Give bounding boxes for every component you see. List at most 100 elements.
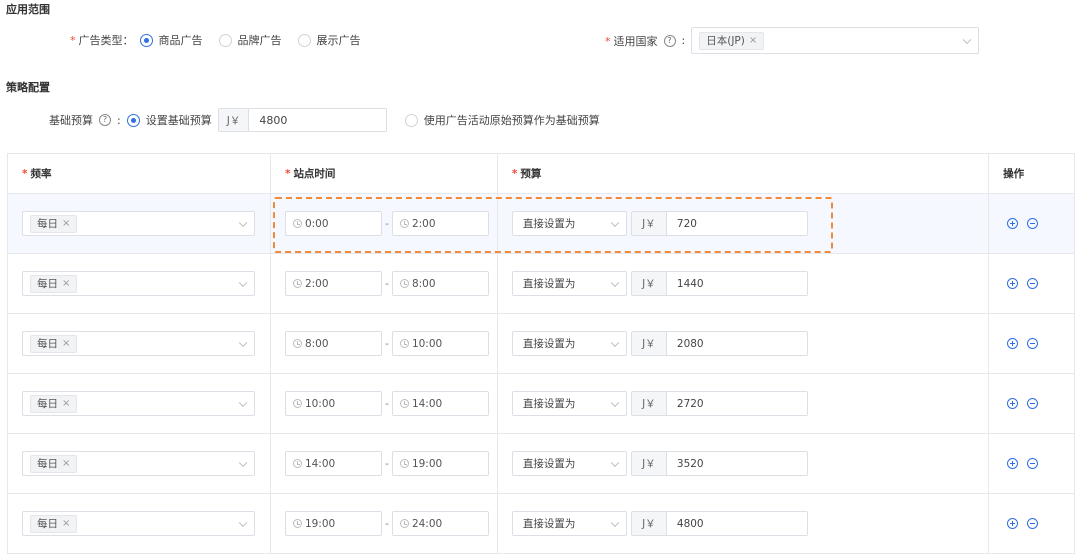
remove-row-icon[interactable]: [1027, 398, 1039, 409]
header-freq: * 频率: [7, 153, 271, 194]
ad-type-label: * 广告类型：: [70, 34, 134, 47]
clock-icon: [292, 339, 302, 348]
range-separator: -: [384, 217, 389, 230]
chevron-down-icon: [238, 398, 248, 407]
freq-select[interactable]: 每日 ×: [22, 331, 255, 356]
option-set-base-budget[interactable]: 设置基础预算: [146, 112, 212, 128]
chevron-down-icon: [610, 518, 620, 527]
country-field: * 适用国家 ?: 日本(JP) ×: [605, 27, 980, 54]
budget-amount-input[interactable]: J￥ 720: [630, 211, 808, 236]
amount-value[interactable]: 4800: [667, 512, 704, 535]
add-row-icon[interactable]: [1007, 278, 1019, 289]
header-time: * 站点时间: [269, 153, 498, 194]
freq-select[interactable]: 每日 ×: [22, 211, 255, 236]
table-row: 每日 × 8:00 - 10:00 直接设置为 J￥ 2080: [7, 313, 1075, 374]
chevron-down-icon: [610, 278, 620, 287]
option-original-budget[interactable]: 使用广告活动原始预算作为基础预算: [424, 112, 600, 128]
schedule-table: * 频率 * 站点时间 * 预算 操作 每日 × 0:00 - 2:00 直接设…: [7, 153, 1075, 554]
start-time-input[interactable]: 8:00: [284, 331, 382, 356]
add-row-icon[interactable]: [1007, 398, 1019, 409]
budget-amount-input[interactable]: J￥ 3520: [630, 451, 808, 476]
ad-type-option-display[interactable]: 展示广告: [297, 32, 361, 48]
remove-row-icon[interactable]: [1027, 338, 1039, 349]
base-budget-value[interactable]: 4800: [249, 109, 297, 131]
start-time-input[interactable]: 2:00: [284, 271, 382, 296]
add-row-icon[interactable]: [1007, 218, 1019, 229]
close-icon[interactable]: ×: [62, 516, 70, 532]
budget-amount-input[interactable]: J￥ 2080: [630, 331, 808, 356]
add-row-icon[interactable]: [1007, 518, 1019, 529]
radio-icon[interactable]: [404, 113, 418, 127]
radio-icon[interactable]: [126, 113, 140, 127]
chevron-down-icon: [238, 518, 248, 527]
clock-icon: [292, 519, 302, 528]
end-time-input[interactable]: 14:00: [391, 391, 489, 416]
amount-value[interactable]: 2720: [667, 392, 704, 415]
help-icon[interactable]: ?: [99, 114, 111, 126]
budget-amount-input[interactable]: J￥ 4800: [630, 511, 808, 536]
budget-mode-select[interactable]: 直接设置为: [511, 391, 627, 416]
end-time-input[interactable]: 2:00: [391, 211, 489, 236]
freq-select[interactable]: 每日 ×: [22, 511, 255, 536]
close-icon[interactable]: ×: [62, 276, 70, 292]
range-separator: -: [384, 457, 389, 470]
chevron-down-icon: [610, 218, 620, 227]
close-icon[interactable]: ×: [62, 216, 70, 232]
end-time-input[interactable]: 10:00: [391, 331, 489, 356]
close-icon[interactable]: ×: [62, 456, 70, 472]
ad-type-option-brand[interactable]: 品牌广告: [218, 32, 282, 48]
budget-mode-select[interactable]: 直接设置为: [511, 271, 627, 296]
budget-amount-input[interactable]: J￥ 2720: [630, 391, 808, 416]
budget-mode-select[interactable]: 直接设置为: [511, 211, 627, 236]
close-icon[interactable]: ×: [749, 33, 757, 49]
remove-row-icon[interactable]: [1027, 278, 1039, 289]
freq-tag: 每日 ×: [30, 514, 78, 533]
budget-mode-select[interactable]: 直接设置为: [511, 451, 627, 476]
help-icon[interactable]: ?: [663, 34, 676, 47]
freq-select[interactable]: 每日 ×: [22, 451, 255, 476]
end-time-input[interactable]: 24:00: [391, 511, 489, 536]
start-time-input[interactable]: 0:00: [284, 211, 382, 236]
add-row-icon[interactable]: [1007, 338, 1019, 349]
clock-icon: [292, 279, 302, 288]
add-row-icon[interactable]: [1007, 458, 1019, 469]
section-title-scope: 应用范围: [6, 3, 50, 16]
remove-row-icon[interactable]: [1027, 458, 1039, 469]
base-budget-input[interactable]: J￥ 4800: [217, 108, 387, 132]
amount-value[interactable]: 2080: [667, 332, 704, 355]
clock-icon: [399, 399, 409, 408]
amount-value[interactable]: 1440: [667, 272, 704, 295]
ad-type-field: * 广告类型： 商品广告 品牌广告 展示广告: [70, 32, 371, 48]
freq-select[interactable]: 每日 ×: [22, 271, 255, 296]
end-time-input[interactable]: 8:00: [391, 271, 489, 296]
remove-row-icon[interactable]: [1027, 218, 1039, 229]
table-row: 每日 × 10:00 - 14:00 直接设置为 J￥ 2720: [7, 373, 1075, 434]
radio-icon[interactable]: [139, 33, 153, 47]
country-select[interactable]: 日本(JP) ×: [691, 27, 980, 54]
close-icon[interactable]: ×: [62, 336, 70, 352]
range-separator: -: [384, 337, 389, 350]
freq-tag: 每日 ×: [30, 274, 78, 293]
remove-row-icon[interactable]: [1027, 518, 1039, 529]
amount-value[interactable]: 720: [667, 212, 697, 235]
start-time-input[interactable]: 10:00: [284, 391, 382, 416]
budget-mode-select[interactable]: 直接设置为: [511, 511, 627, 536]
radio-icon[interactable]: [218, 33, 232, 47]
table-row: 每日 × 0:00 - 2:00 直接设置为 J￥ 720: [7, 193, 1075, 254]
start-time-input[interactable]: 14:00: [284, 451, 382, 476]
end-time-input[interactable]: 19:00: [391, 451, 489, 476]
close-icon[interactable]: ×: [62, 396, 70, 412]
budget-amount-input[interactable]: J￥ 1440: [630, 271, 808, 296]
table-row: 每日 × 19:00 - 24:00 直接设置为 J￥ 4800: [7, 493, 1075, 554]
currency-prefix: J￥: [631, 332, 667, 355]
table-row: 每日 × 2:00 - 8:00 直接设置为 J￥ 1440: [7, 253, 1075, 314]
chevron-down-icon: [610, 398, 620, 407]
chevron-down-icon: [238, 338, 248, 347]
radio-icon[interactable]: [297, 33, 311, 47]
amount-value[interactable]: 3520: [667, 452, 704, 475]
ad-type-option-product[interactable]: 商品广告: [139, 32, 203, 48]
budget-mode-select[interactable]: 直接设置为: [511, 331, 627, 356]
freq-select[interactable]: 每日 ×: [22, 391, 255, 416]
currency-prefix: J￥: [631, 272, 667, 295]
start-time-input[interactable]: 19:00: [284, 511, 382, 536]
